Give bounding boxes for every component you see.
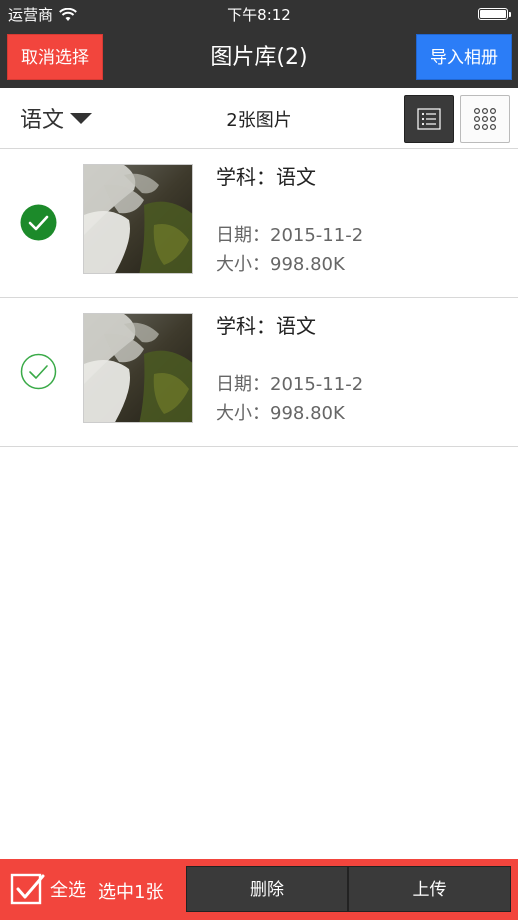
list-item[interactable]: 学科：语文 日期：2015-11-2 大小：998.80K bbox=[0, 298, 518, 447]
cancel-selection-button[interactable]: 取消选择 bbox=[7, 34, 103, 80]
delete-button[interactable]: 删除 bbox=[186, 866, 348, 912]
selected-count: 选中1张 bbox=[98, 882, 164, 903]
list-view-button[interactable] bbox=[404, 95, 454, 143]
select-all-label: 全选 bbox=[50, 880, 86, 901]
bottom-action-bar: 全选 选中1张 删除 上传 bbox=[0, 859, 518, 920]
waterfall-image bbox=[84, 314, 192, 422]
item-date: 日期：2015-11-2 bbox=[216, 225, 364, 246]
filter-toolbar: 语文 2张图片 bbox=[0, 88, 518, 149]
list-item[interactable]: 学科：语文 日期：2015-11-2 大小：998.80K bbox=[0, 149, 518, 298]
battery-icon bbox=[478, 8, 511, 20]
select-all-checkbox[interactable]: 全选 bbox=[10, 871, 86, 907]
import-album-button[interactable]: 导入相册 bbox=[416, 34, 512, 80]
grid-view-button[interactable] bbox=[460, 95, 510, 143]
waterfall-image bbox=[84, 165, 192, 273]
navigation-bar: 取消选择 图片库(2) 导入相册 bbox=[0, 28, 518, 88]
image-thumbnail[interactable] bbox=[83, 164, 193, 274]
item-size: 大小：998.80K bbox=[216, 254, 345, 275]
checkbox-checked-icon bbox=[10, 873, 45, 905]
checkmark-selected-icon[interactable] bbox=[20, 204, 57, 241]
image-thumbnail[interactable] bbox=[83, 313, 193, 423]
item-size: 大小：998.80K bbox=[216, 403, 345, 424]
item-date: 日期：2015-11-2 bbox=[216, 374, 364, 395]
list-view-icon bbox=[417, 108, 441, 130]
item-subject: 学科：语文 bbox=[216, 314, 316, 338]
status-bar: 运营商 下午8:12 bbox=[0, 0, 518, 28]
clock: 下午8:12 bbox=[227, 6, 291, 24]
checkmark-unselected-icon[interactable] bbox=[20, 353, 57, 390]
grid-view-icon bbox=[473, 107, 497, 131]
upload-button[interactable]: 上传 bbox=[348, 866, 511, 912]
item-subject: 学科：语文 bbox=[216, 165, 316, 189]
